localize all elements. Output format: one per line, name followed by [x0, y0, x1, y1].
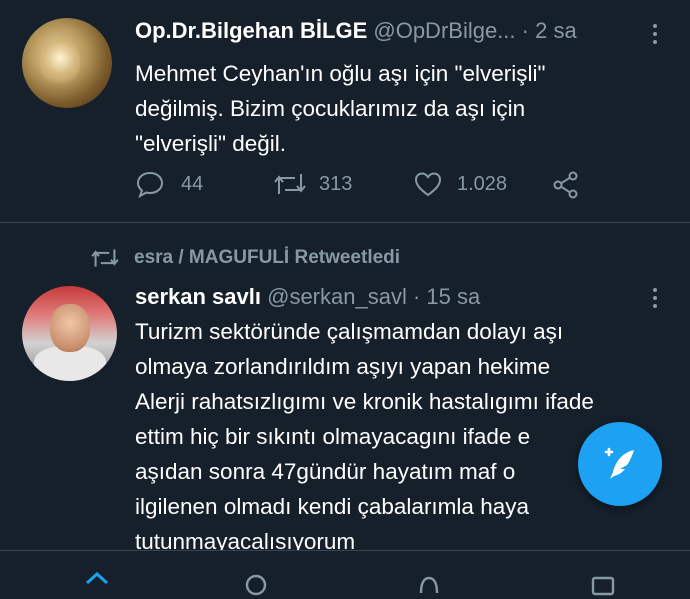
- compose-tweet-icon: [604, 447, 634, 479]
- tweet-text: Turizm sektöründe çalışmamdan dolayı aşı…: [135, 314, 594, 559]
- author-name[interactable]: serkan savlı: [135, 284, 261, 309]
- tweet-time[interactable]: · 15 sa: [413, 284, 480, 309]
- retweet-icon: [274, 174, 306, 194]
- retweet-icon: [91, 249, 119, 267]
- compose-tweet-button[interactable]: [578, 422, 662, 506]
- avatar[interactable]: [22, 18, 112, 108]
- retweet-button[interactable]: 313: [273, 170, 352, 198]
- divider: [0, 222, 690, 223]
- author-name[interactable]: Op.Dr.Bilgehan BİLGE: [135, 18, 367, 43]
- tweet-text-line: ilgilenen olmadı kendi çabalarımla haya: [135, 494, 529, 519]
- tweet-time[interactable]: · 2 sa: [522, 18, 577, 43]
- tweet-text-line: Mehmet Ceyhan'ın oğlu aşı için "elverişl…: [135, 61, 546, 86]
- retweet-context-label: esra / MAGUFULİ Retweetledi: [134, 247, 401, 268]
- reply-icon: [136, 171, 164, 198]
- tweet-header: Op.Dr.Bilgehan BİLGE @OpDrBilge... · 2 s…: [135, 18, 577, 44]
- bottom-navigation: [0, 550, 690, 596]
- home-icon[interactable]: [84, 569, 110, 595]
- tweet-header: serkan savlı @serkan_savl · 15 sa: [135, 284, 480, 310]
- tweet-text-line: Turizm sektöründe çalışmamdan dolayı aşı: [135, 319, 564, 344]
- tweet-text-line: Alerji rahatsızlıgımı ve kronik hastalıg…: [135, 389, 594, 414]
- like-count: 1.028: [457, 172, 508, 195]
- notifications-icon[interactable]: [416, 573, 442, 599]
- retweet-count: 313: [319, 172, 353, 195]
- like-button[interactable]: 1.028: [413, 170, 507, 198]
- reply-button[interactable]: 44: [135, 170, 203, 198]
- tweet-text-line: "elverişli" değil.: [135, 131, 287, 156]
- more-vertical-icon[interactable]: [652, 288, 658, 312]
- retweet-context[interactable]: esra / MAGUFULİ Retweetledi: [90, 246, 400, 270]
- tweet-text-line: aşıdan sonra 47gündür hayatım maf o: [135, 459, 516, 484]
- avatar[interactable]: [22, 286, 117, 381]
- author-handle[interactable]: @OpDrBilge...: [373, 18, 515, 43]
- author-handle[interactable]: @serkan_savl: [267, 284, 407, 309]
- tweet-text: Mehmet Ceyhan'ın oğlu aşı için "elverişl…: [135, 56, 545, 161]
- share-button[interactable]: [551, 170, 581, 200]
- share-icon: [553, 171, 578, 199]
- tweet-text-line: olmaya zorlandırıldım aşıyı yapan hekime: [135, 354, 551, 379]
- messages-icon[interactable]: [590, 573, 616, 599]
- tweet-text-line: değilmiş. Bizim çocuklarımız da aşı için: [135, 96, 526, 121]
- tweet-card[interactable]: Op.Dr.Bilgehan BİLGE @OpDrBilge... · 2 s…: [0, 0, 690, 222]
- search-icon[interactable]: [244, 573, 270, 599]
- heart-icon: [414, 172, 442, 197]
- reply-count: 44: [181, 172, 204, 195]
- tweet-text-line: ettim hiç bir sıkıntı olmayacagını ifade…: [135, 424, 531, 449]
- more-vertical-icon[interactable]: [652, 24, 658, 48]
